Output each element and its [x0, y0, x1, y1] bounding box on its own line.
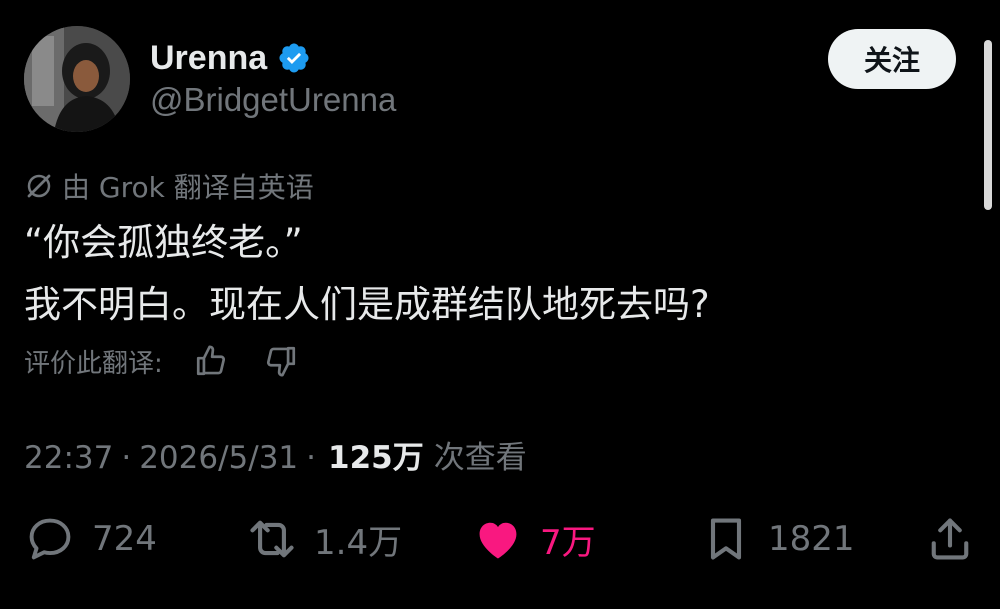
rate-translation-label: 评价此翻译: — [24, 348, 163, 379]
thumbs-down-icon — [266, 346, 295, 377]
meta-separator: · — [121, 440, 132, 476]
verified-badge-icon[interactable] — [277, 41, 311, 75]
tweet-text-line: 我不明白。现在人们是成群结队地死去吗? — [24, 283, 710, 326]
retweet-count: 1.4万 — [314, 522, 403, 563]
follow-button[interactable]: 关注 — [828, 29, 956, 89]
meta-separator: · — [306, 440, 317, 476]
reply-count: 724 — [92, 519, 157, 559]
translation-note: 由 Grok 翻译自英语 — [24, 166, 314, 206]
tweet-date[interactable]: 2026/5/31 — [139, 440, 298, 476]
bookmark-icon — [710, 518, 742, 560]
bookmark-button[interactable]: 1821 — [700, 508, 855, 570]
tweet-text: “你会孤独终老。” 我不明白。现在人们是成群结队地死去吗? — [24, 212, 964, 336]
tweet-meta: 22:37 · 2026/5/31 · 125万 次查看 — [24, 432, 527, 477]
grok-icon — [27, 174, 51, 198]
like-count: 7万 — [540, 522, 596, 563]
views-count[interactable]: 125万 — [328, 432, 424, 477]
tweet-text-line: “你会孤独终老。” — [24, 221, 303, 264]
thumbs-up-icon — [196, 345, 225, 376]
rate-translation-row: 评价此翻译: — [24, 340, 303, 382]
heart-icon — [479, 522, 517, 559]
like-button[interactable]: 7万 — [472, 508, 596, 570]
thumbs-down-button[interactable] — [259, 340, 303, 382]
author-name-row: Urenna — [150, 36, 311, 80]
author-display-name[interactable]: Urenna — [150, 41, 267, 75]
thumbs-up-button[interactable] — [189, 340, 233, 382]
retweet-icon — [250, 520, 294, 558]
reply-button[interactable]: 724 — [24, 508, 157, 570]
tweet-action-bar: 724 1.4万 7万 1821 — [0, 508, 1000, 570]
tweet-time[interactable]: 22:37 — [24, 440, 113, 476]
share-icon — [931, 518, 969, 560]
avatar[interactable] — [24, 26, 130, 132]
author-handle[interactable]: @BridgetUrenna — [150, 81, 396, 118]
translation-note-text: 由 Grok 翻译自英语 — [62, 171, 314, 204]
bookmark-count: 1821 — [768, 519, 855, 559]
avatar-image — [24, 26, 130, 132]
share-button[interactable] — [924, 508, 976, 570]
retweet-button[interactable]: 1.4万 — [246, 508, 402, 570]
views-label: 次查看 — [433, 440, 527, 476]
scrollbar[interactable] — [984, 40, 992, 210]
reply-icon — [29, 518, 71, 560]
